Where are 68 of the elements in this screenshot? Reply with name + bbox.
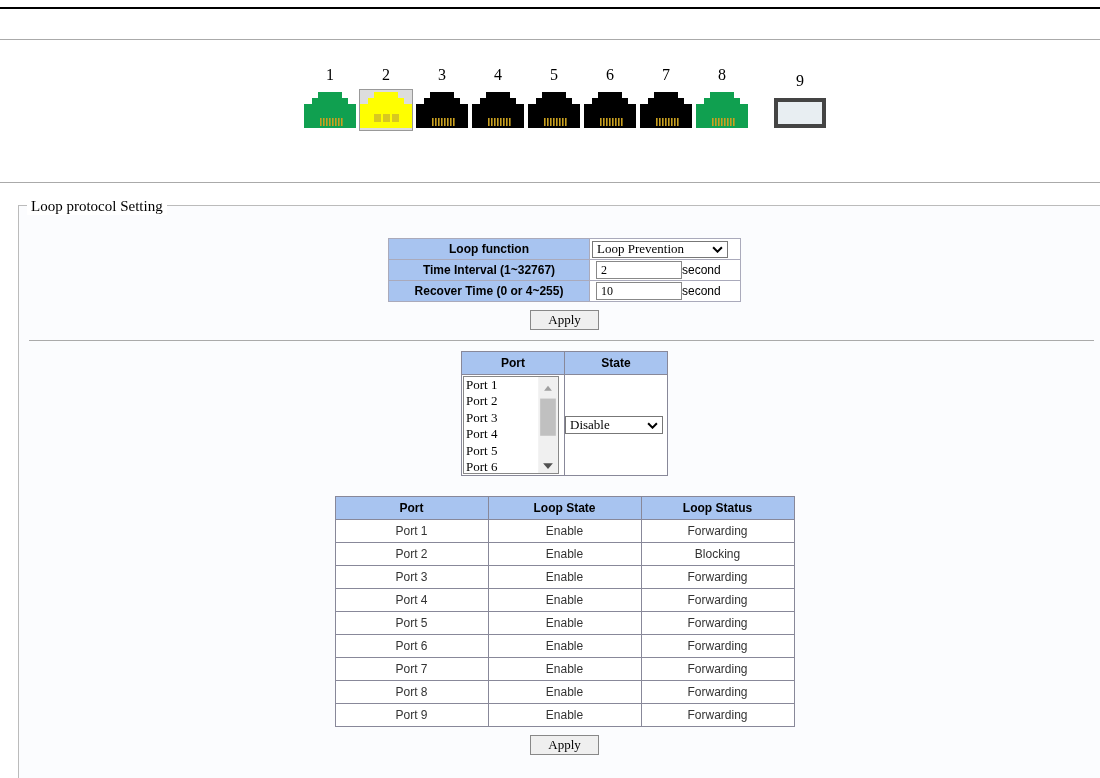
column-header: Port (461, 351, 565, 375)
port-list-item[interactable]: Port 3 (466, 409, 538, 427)
ethernet-port-icon[interactable] (584, 90, 636, 130)
table-cell: Port 6 (335, 634, 488, 658)
loop-function-dropdown[interactable]: Loop Prevention (592, 240, 728, 258)
table-cell: Port 5 (335, 611, 488, 635)
port-number: 5 (550, 66, 558, 84)
ethernet-port-icon[interactable] (416, 90, 468, 130)
column-header: Port (335, 496, 488, 520)
port-list-item[interactable]: Port 6 (466, 459, 538, 476)
table-cell: Port 7 (335, 657, 488, 681)
input-field[interactable]: 10 (596, 282, 682, 300)
table-cell: Port 2 (335, 542, 488, 566)
column-header: State (564, 351, 668, 375)
setting-label: Loop function (388, 238, 590, 260)
table-cell: Forwarding (641, 657, 794, 681)
table-cell: Port 8 (335, 680, 488, 704)
setting-label: Time Interval (1~32767) (388, 259, 590, 281)
unit-label: second (682, 262, 721, 277)
table-cell: Port 9 (335, 703, 488, 727)
table-cell: Forwarding (641, 634, 794, 658)
table-cell: Enable (488, 611, 641, 635)
table-cell: Port 3 (335, 565, 488, 589)
input-field[interactable]: 2 (596, 261, 682, 279)
table-cell: Blocking (641, 542, 794, 566)
port-number: 9 (796, 72, 804, 90)
table-cell: Enable (488, 703, 641, 727)
fiber-port-icon[interactable] (774, 98, 826, 128)
column-header: Loop Status (641, 496, 794, 520)
table-cell: Enable (488, 657, 641, 681)
port-number: 3 (438, 66, 446, 84)
table-cell: Forwarding (641, 519, 794, 543)
table-cell: Enable (488, 519, 641, 543)
table-cell: Enable (488, 588, 641, 612)
table-cell: Port 1 (335, 519, 488, 543)
table-cell: Forwarding (641, 680, 794, 704)
table-cell: Enable (488, 634, 641, 658)
port-list-item[interactable]: Port 5 (466, 442, 538, 460)
apply-button[interactable]: Apply (530, 735, 599, 755)
port-number: 8 (718, 66, 726, 84)
unit-label: second (682, 283, 721, 298)
port-number: 4 (494, 66, 502, 84)
port-number: 2 (382, 66, 390, 84)
state-dropdown[interactable]: Disable (565, 416, 663, 434)
table-cell: Enable (488, 565, 641, 589)
port-listbox[interactable]: Port 1 Port 2 Port 3 Port 4 Port 5 Port 6 (463, 376, 559, 474)
port-number: 7 (662, 66, 670, 84)
table-cell: Forwarding (641, 703, 794, 727)
table-cell: Forwarding (641, 565, 794, 589)
setting-label: Recover Time (0 or 4~255) (388, 280, 590, 302)
ethernet-port-icon[interactable] (528, 90, 580, 130)
chevron-icon (647, 421, 658, 429)
table-cell: Forwarding (641, 611, 794, 635)
ethernet-port-icon[interactable] (640, 90, 692, 130)
table-cell: Enable (488, 680, 641, 704)
port-list-item[interactable]: Port 4 (466, 426, 538, 443)
table-cell: Enable (488, 542, 641, 566)
chevron-icon (712, 245, 723, 253)
apply-button[interactable]: Apply (530, 310, 599, 330)
table-cell: Port 4 (335, 588, 488, 612)
column-header: Loop State (488, 496, 641, 520)
ethernet-port-icon[interactable] (472, 90, 524, 130)
scrollbar-drawing[interactable] (538, 377, 558, 473)
port-list-item[interactable]: Port 1 (466, 377, 538, 394)
table-cell: Forwarding (641, 588, 794, 612)
port-number: 1 (326, 66, 334, 84)
port-list-item[interactable]: Port 2 (466, 393, 538, 410)
port-number: 6 (606, 66, 614, 84)
